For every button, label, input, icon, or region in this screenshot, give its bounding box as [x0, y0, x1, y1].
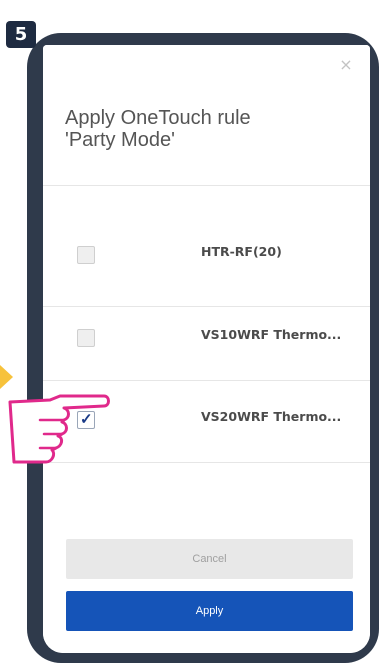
device-label: VS20WRF Thermo... [201, 409, 342, 424]
step-number-badge: 5 [6, 21, 36, 48]
divider [43, 185, 370, 186]
divider [43, 380, 370, 381]
dialog-title-line-2: 'Party Mode' [65, 129, 175, 151]
pointing-hand-icon [8, 394, 110, 464]
apply-rule-dialog: × Apply OneTouch rule 'Party Mode' HTR-R… [43, 45, 370, 653]
device-checkbox[interactable] [77, 329, 95, 347]
cancel-button[interactable]: Cancel [66, 539, 353, 579]
dialog-title: Apply OneTouch rule 'Party Mode' [65, 107, 345, 151]
dialog-title-line-1: Apply OneTouch rule [65, 107, 251, 129]
device-label: VS10WRF Thermo... [201, 327, 342, 342]
apply-button[interactable]: Apply [66, 591, 353, 631]
device-label: HTR-RF(20) [201, 244, 282, 259]
device-checkbox[interactable] [77, 246, 95, 264]
device-row-vs10wrf[interactable]: VS10WRF Thermo... [43, 307, 370, 373]
arrow-hint-icon [0, 365, 13, 389]
phone-screen: × Apply OneTouch rule 'Party Mode' HTR-R… [43, 45, 370, 653]
device-row-htr-rf[interactable]: HTR-RF(20) [43, 224, 370, 290]
close-icon[interactable]: × [338, 57, 354, 73]
